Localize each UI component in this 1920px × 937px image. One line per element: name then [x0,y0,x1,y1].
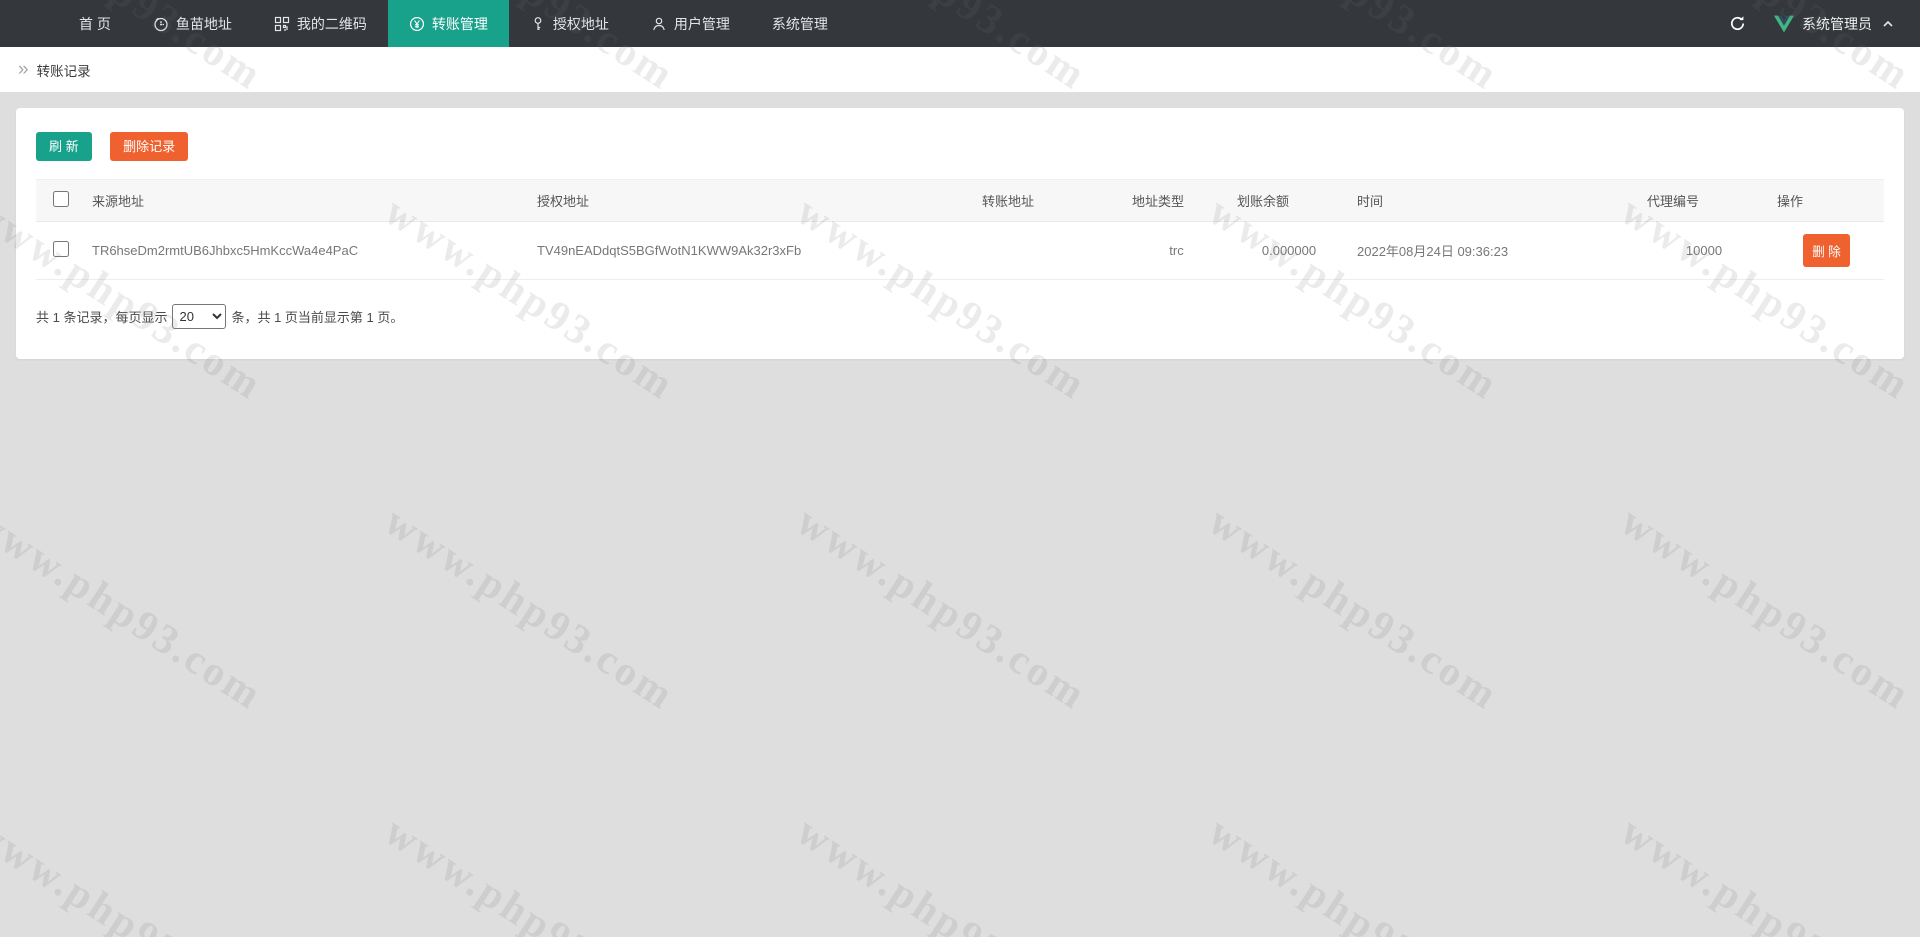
watermark-text: www.php93.com [1200,498,1507,720]
nav-item-label: 转账管理 [431,15,488,32]
header-time: 时间 [1349,179,1639,222]
transfer-records-card: 刷 新 删除记录 来源地址 授权地址 转账地址 地址类型 划账余额 时间 代理编… [16,108,1904,359]
watermark-text: www.php93.com [1612,808,1919,937]
cell-source-address: TR6hseDm2rmtUB6Jhbxc5HmKccWa4e4PaC [84,221,529,280]
qrcode-icon [274,16,290,32]
nav-item-fry-address[interactable]: 鱼苗地址 [132,0,253,47]
cell-time: 2022年08月24日 09:36:23 [1349,221,1639,280]
nav-item-my-qrcode[interactable]: 我的二维码 [253,0,388,47]
watermark-text: www.php93.com [1612,498,1919,720]
row-delete-button[interactable]: 删 除 [1803,234,1850,267]
pagination-suffix: 条，共 1 页当前显示第 1 页。 [231,310,404,325]
delete-records-button[interactable]: 删除记录 [110,132,189,161]
watermark-text: www.php93.com [376,498,683,720]
page-size-select[interactable]: 20 [172,304,227,329]
pagination-prefix: 共 1 条记录，每页显示 [36,310,168,325]
nav-item-user-management[interactable]: 用户管理 [630,0,751,47]
chevron-up-icon [1882,18,1894,30]
user-name: 系统管理员 [1802,15,1872,32]
table-row: TR6hseDm2rmtUB6Jhbxc5HmKccWa4e4PaC TV49n… [36,221,1884,280]
watermark-text: www.php93.com [1200,808,1507,937]
yen-circle-icon [409,16,425,32]
cell-address-type: trc [1124,221,1229,280]
breadcrumb-title: 转账记录 [36,63,91,79]
watermark-text: www.php93.com [0,808,271,937]
cell-auth-address: TV49nEADdqtS5BGfWotN1KWW9Ak32r3xFb [529,221,974,280]
double-chevron-icon: » [18,59,29,80]
user-icon [651,16,667,32]
user-menu[interactable]: 系统管理员 [1774,14,1894,34]
records-table: 来源地址 授权地址 转账地址 地址类型 划账余额 时间 代理编号 操作 TR6h… [36,179,1884,280]
header-agent-id: 代理编号 [1639,179,1769,222]
toolbar: 刷 新 删除记录 [36,132,1884,161]
nav-item-label: 用户管理 [673,15,730,32]
nav-item-system-management[interactable]: 系统管理 [751,0,849,47]
refresh-button[interactable]: 刷 新 [36,132,92,161]
nav-item-label: 鱼苗地址 [175,15,232,32]
nav-item-home[interactable]: 首 页 [58,0,132,47]
cell-agent-id: 10000 [1639,221,1769,280]
header-balance: 划账余额 [1229,179,1349,222]
watermark-text: www.php93.com [376,808,683,937]
header-source-address: 来源地址 [84,179,529,222]
header-address-type: 地址类型 [1124,179,1229,222]
cell-transfer-address [974,221,1124,280]
clock-icon [153,16,169,32]
nav-item-label: 授权地址 [552,15,609,32]
row-checkbox[interactable] [53,241,69,257]
vue-logo-icon [1774,15,1794,33]
pagination: 共 1 条记录，每页显示 20 条，共 1 页当前显示第 1 页。 [36,304,1884,329]
breadcrumb-bar: » 转账记录 [0,47,1920,92]
select-all-checkbox[interactable] [53,191,69,207]
select-all-cell [36,179,84,222]
top-navigation: 首 页 鱼苗地址 我的二维码 转账管理 授权地址 用户管理 系统管理 系统管理员 [0,0,1920,47]
table-header-row: 来源地址 授权地址 转账地址 地址类型 划账余额 时间 代理编号 操作 [36,179,1884,222]
key-icon [530,16,546,32]
watermark-text: www.php93.com [788,808,1095,937]
nav-item-transfer-management[interactable]: 转账管理 [387,0,509,47]
nav-item-authorized-address[interactable]: 授权地址 [509,0,630,47]
refresh-icon[interactable] [1726,13,1748,35]
cell-balance: 0.000000 [1229,221,1349,280]
header-auth-address: 授权地址 [529,179,974,222]
nav-item-label: 系统管理 [771,15,828,32]
nav-right-section: 系统管理员 [1726,0,1894,47]
watermark-text: www.php93.com [788,498,1095,720]
header-transfer-address: 转账地址 [974,179,1124,222]
nav-item-label: 我的二维码 [296,15,367,32]
header-actions: 操作 [1769,179,1884,222]
watermark-text: www.php93.com [0,498,271,720]
nav-item-label: 首 页 [79,15,111,32]
